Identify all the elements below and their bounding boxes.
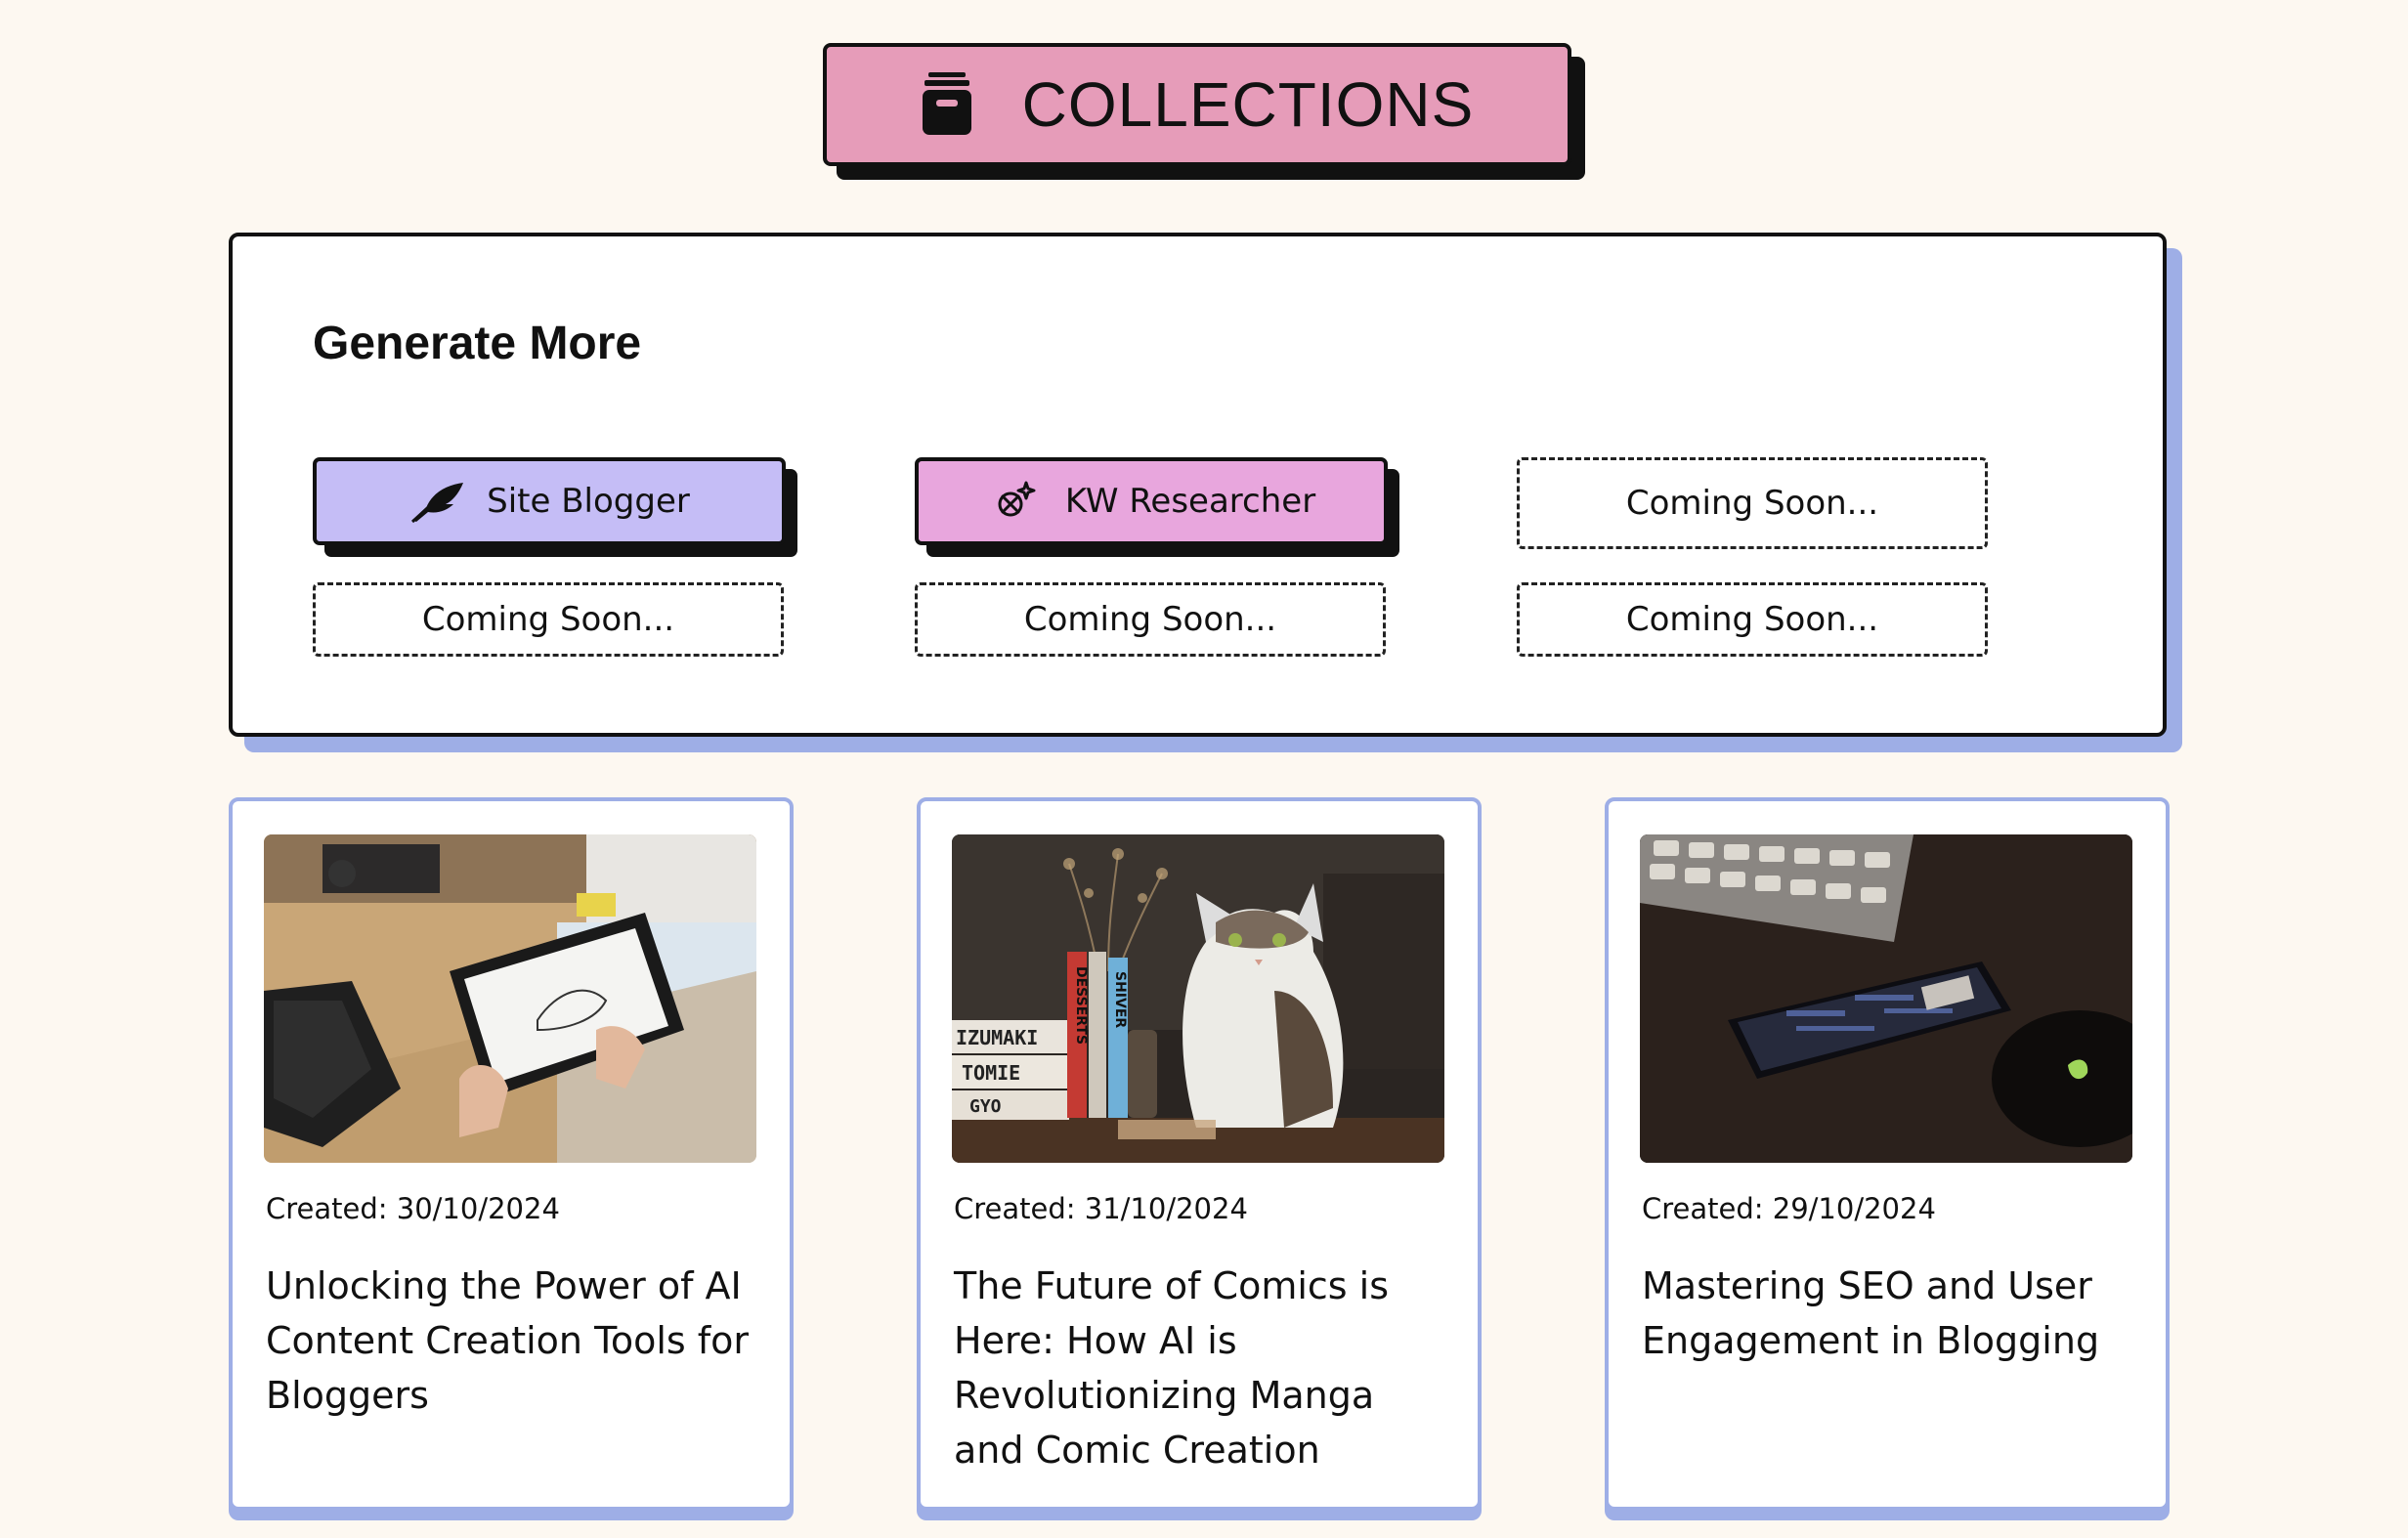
generate-more-card: Generate More Site Blogger KW Researcher… (229, 233, 2167, 737)
sparkle-search-icon (998, 481, 1036, 517)
collection-card-3[interactable]: Created: 29/10/2024 Mastering SEO and Us… (1605, 797, 2170, 1511)
coming-soon-slot: Coming Soon... (915, 582, 1386, 657)
site-blogger-button[interactable]: Site Blogger (313, 457, 786, 545)
collection-card: Created: 30/10/2024 Unlocking the Power … (229, 797, 794, 1520)
manga-spine-text: SHIVER (1112, 971, 1128, 1028)
card-created-date: Created: 30/10/2024 (266, 1192, 560, 1225)
phone-on-desk-photo (1640, 834, 2132, 1163)
card-title: Mastering SEO and User Engagement in Blo… (1642, 1264, 2100, 1362)
drawing-tablet-image (264, 834, 756, 1163)
generate-more-title: Generate More (313, 318, 642, 369)
collections-header: COLLECTIONS (823, 43, 1585, 180)
manga-spine-text: DESSERTS (1073, 966, 1089, 1045)
collection-card-2[interactable]: IZUMAKI TOMIE GYO DESSERTS SHIVER Create… (917, 797, 1482, 1511)
page-title: COLLECTIONS (1021, 69, 1475, 140)
collection-card: IZUMAKI TOMIE GYO DESSERTS SHIVER Create… (917, 797, 1482, 1520)
card-title: The Future of Comics is Here: How AI is … (954, 1264, 1390, 1472)
generate-more-panel: Generate More Site Blogger KW Researcher… (229, 233, 2182, 752)
feather-icon (411, 483, 464, 524)
kw-researcher-label: KW Researcher (1064, 482, 1316, 521)
coming-soon-label: Coming Soon... (421, 600, 675, 639)
drawing-tablet-photo (264, 834, 756, 1163)
coming-soon-label: Coming Soon... (1023, 600, 1277, 639)
manga-spine-text: IZUMAKI (956, 1026, 1038, 1049)
kw-researcher-button[interactable]: KW Researcher (915, 457, 1388, 545)
coming-soon-slot: Coming Soon... (1517, 457, 1988, 549)
manga-spine-text: GYO (969, 1096, 1002, 1117)
coming-soon-label: Coming Soon... (1625, 484, 1879, 523)
site-blogger-label: Site Blogger (487, 482, 690, 521)
kw-researcher-wrapper: KW Researcher (915, 457, 1399, 557)
collection-card: Created: 29/10/2024 Mastering SEO and Us… (1605, 797, 2170, 1520)
collections-badge: COLLECTIONS (823, 43, 1571, 166)
card-created-date: Created: 29/10/2024 (1642, 1192, 1936, 1225)
collection-card-1[interactable]: Created: 30/10/2024 Unlocking the Power … (229, 797, 794, 1511)
card-title: Unlocking the Power of AI Content Creati… (266, 1264, 749, 1417)
phone-desk-image (1640, 834, 2132, 1163)
card-created-date: Created: 31/10/2024 (954, 1192, 1248, 1225)
cat-with-manga-photo: IZUMAKI TOMIE GYO DESSERTS SHIVER (952, 834, 1444, 1163)
cat-manga-image: IZUMAKI TOMIE GYO DESSERTS SHIVER (952, 834, 1444, 1163)
archive-jar-icon (922, 72, 971, 135)
coming-soon-label: Coming Soon... (1625, 600, 1879, 639)
coming-soon-slot: Coming Soon... (313, 582, 784, 657)
site-blogger-wrapper: Site Blogger (313, 457, 797, 557)
manga-spine-text: TOMIE (962, 1061, 1020, 1085)
coming-soon-slot: Coming Soon... (1517, 582, 1988, 657)
